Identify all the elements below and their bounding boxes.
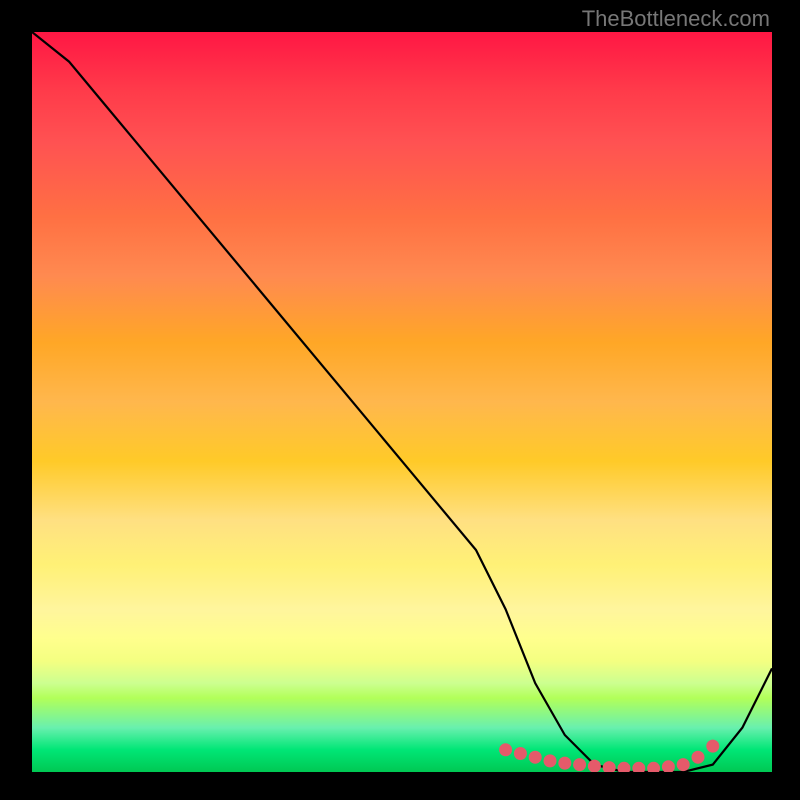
highlight-markers	[499, 740, 719, 772]
highlight-marker	[573, 758, 586, 771]
highlight-marker	[603, 761, 616, 772]
highlight-marker	[677, 758, 690, 771]
highlight-marker	[588, 760, 601, 772]
chart-container: TheBottleneck.com	[0, 0, 800, 800]
highlight-marker	[618, 762, 631, 772]
highlight-marker	[647, 762, 660, 772]
bottleneck-curve	[32, 32, 772, 772]
highlight-marker	[558, 757, 571, 770]
highlight-marker	[662, 760, 675, 772]
highlight-marker	[632, 762, 645, 772]
highlight-marker	[529, 751, 542, 764]
highlight-marker	[499, 743, 512, 756]
watermark-text: TheBottleneck.com	[582, 6, 770, 32]
highlight-marker	[544, 754, 557, 767]
curve-svg	[32, 32, 772, 772]
highlight-marker	[514, 747, 527, 760]
highlight-marker	[706, 740, 719, 753]
highlight-marker	[692, 751, 705, 764]
